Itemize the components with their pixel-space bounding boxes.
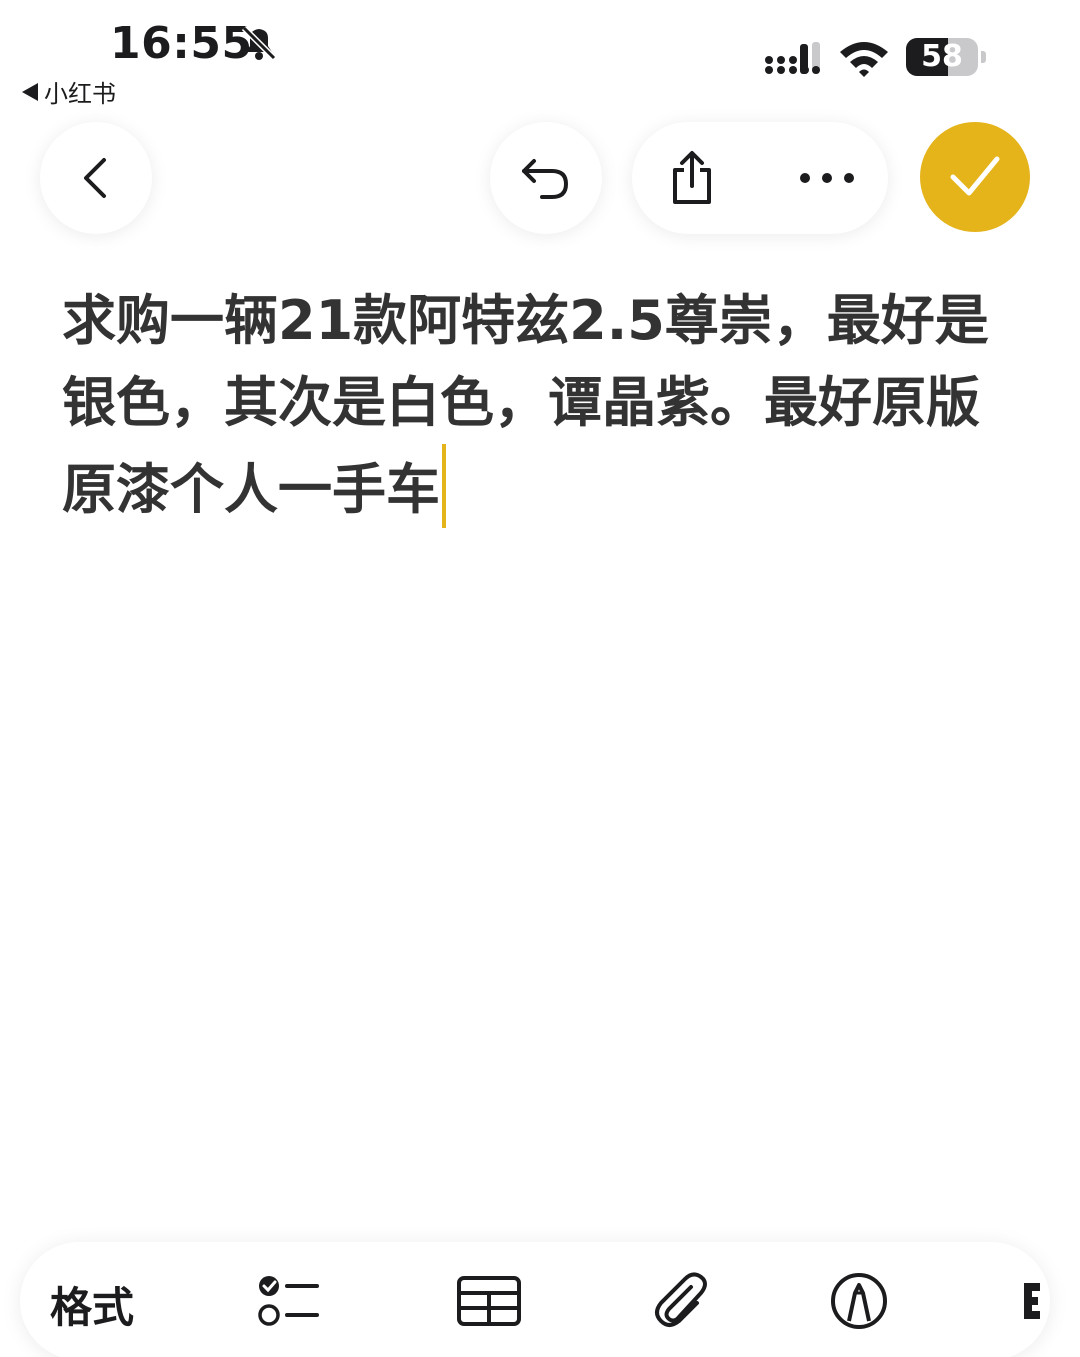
done-button[interactable] [920,122,1030,232]
wifi-icon [840,42,888,77]
back-app-label: 小红书 [44,80,116,108]
cellular-signal-icon [765,42,820,74]
bell-slash-icon [241,25,277,61]
more-icon [800,173,854,183]
markup-button[interactable] [824,1268,894,1334]
checkmark-icon [950,156,1000,196]
checklist-button[interactable] [254,1268,324,1334]
undo-icon [522,159,569,199]
bottom-toolbar: 格式 [20,1242,1050,1357]
attach-button[interactable] [646,1268,716,1334]
markup-pen-icon [831,1273,887,1329]
partial-tool-icon [1024,1283,1040,1319]
battery-indicator: 58 [906,38,986,78]
format-button[interactable]: 格式 [50,1274,134,1335]
checklist-icon [258,1276,319,1326]
table-icon [457,1276,521,1326]
paperclip-icon [655,1272,707,1327]
notes-editor-screen: 16:55 小红书 58 求购一辆21款阿特兹2.5尊崇，最好是银色，其次是白色… [0,0,1080,1357]
status-time: 16:55 [110,18,253,69]
back-to-app-link[interactable]: 小红书 [22,74,116,109]
share-button[interactable] [662,144,722,212]
text-caret [442,444,446,528]
note-text: 求购一辆21款阿特兹2.5尊崇，最好是银色，其次是白色，谭晶紫。最好原版原漆个人… [62,289,989,521]
note-body[interactable]: 求购一辆21款阿特兹2.5尊崇，最好是银色，其次是白色，谭晶紫。最好原版原漆个人… [62,280,992,531]
share-icon [673,151,711,204]
battery-level: 58 [921,39,963,74]
table-button[interactable] [454,1268,524,1334]
more-button[interactable] [792,152,862,204]
back-triangle-icon [22,82,38,101]
undo-button[interactable] [490,122,602,234]
more-tools-partial-icon[interactable] [1014,1268,1050,1334]
back-button[interactable] [40,122,152,234]
share-more-group [632,122,888,234]
chevron-left-icon [84,158,106,198]
